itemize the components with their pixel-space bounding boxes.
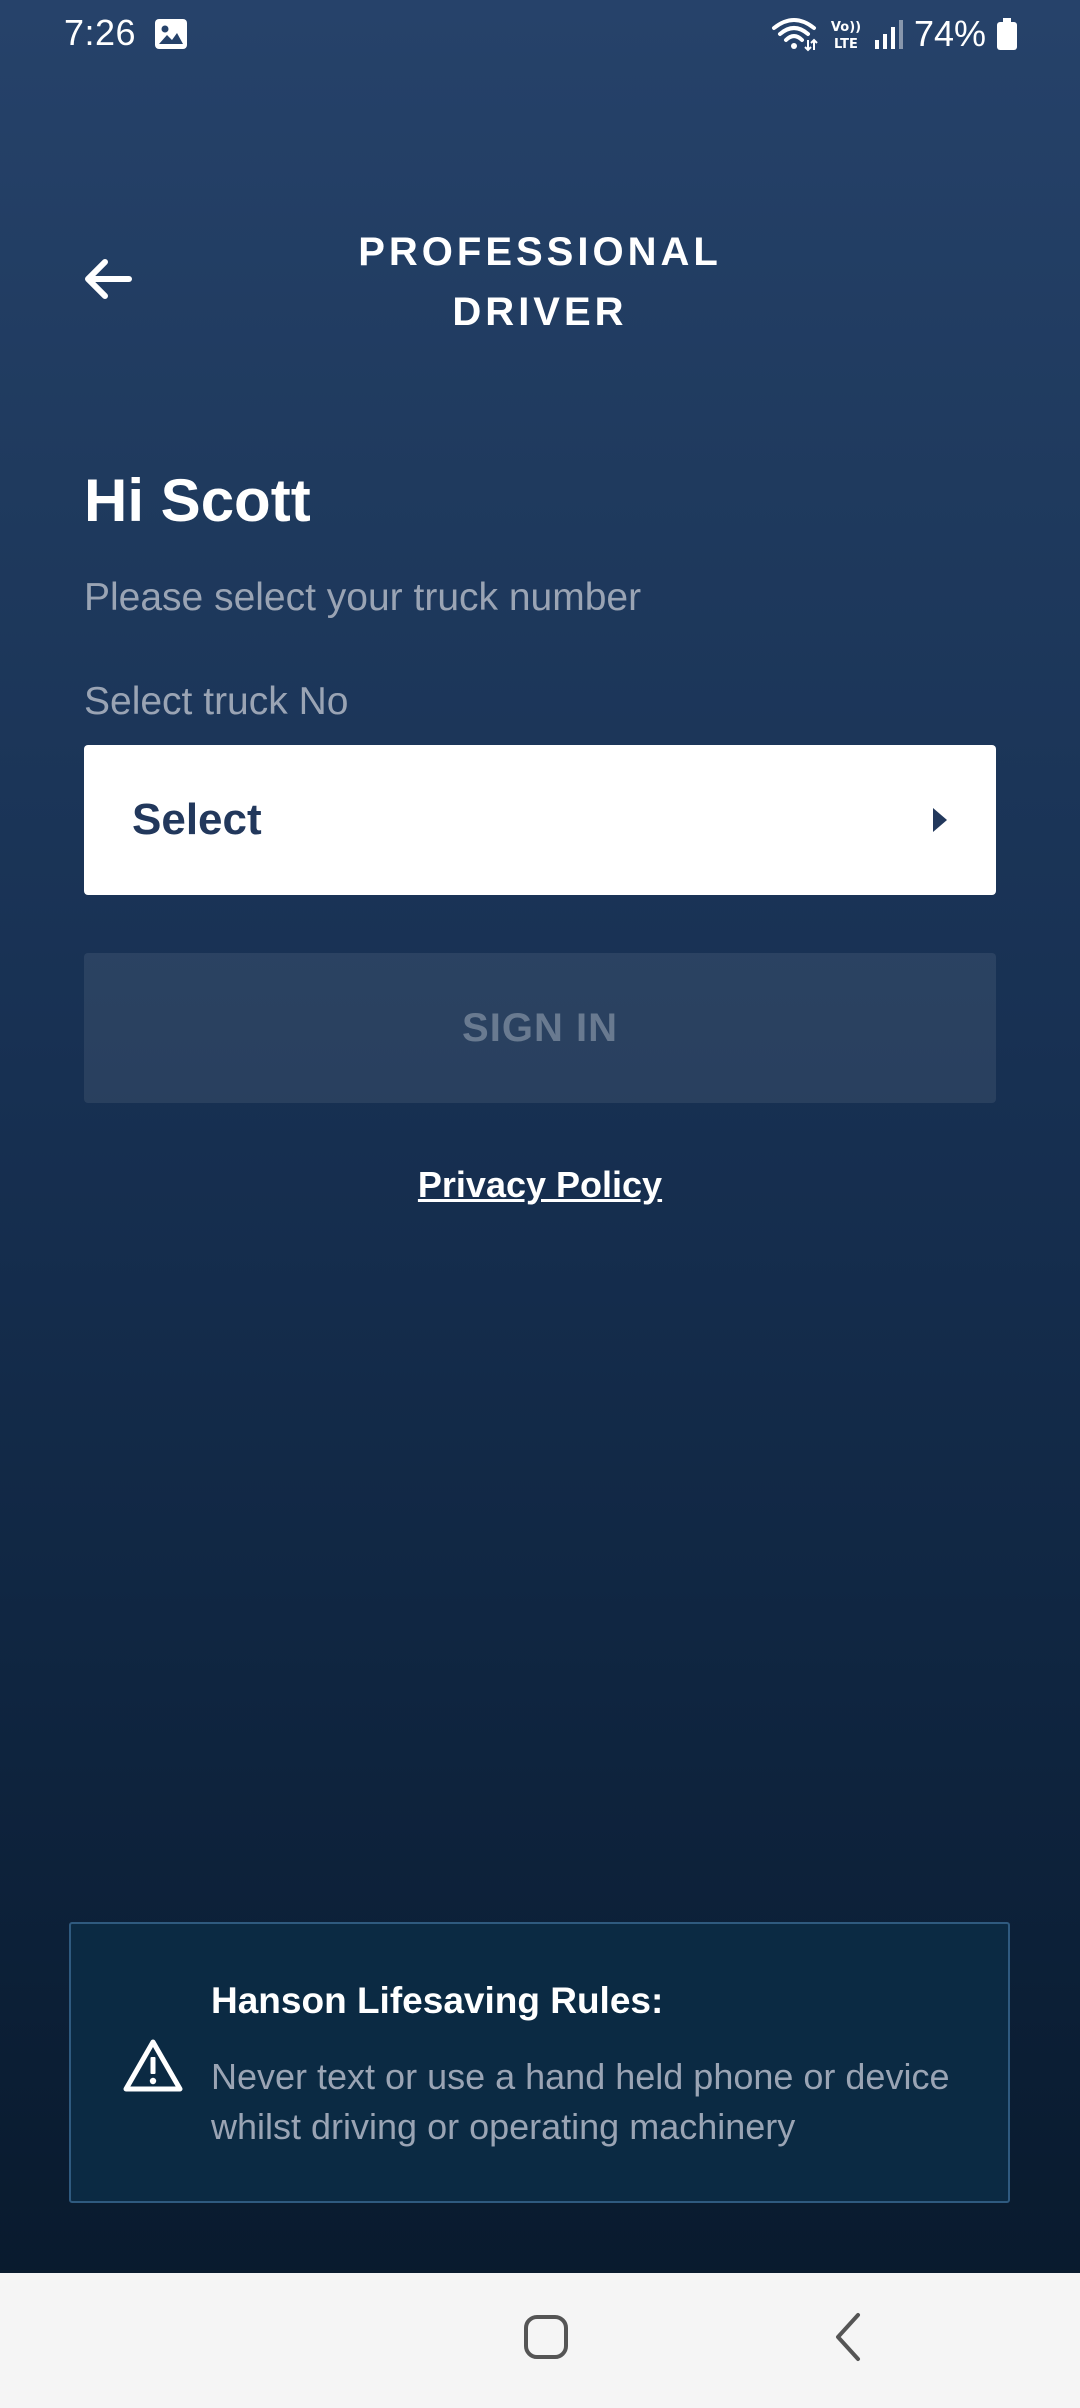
status-right: Vo)) LTE 74% [770,12,1018,56]
status-time: 7:26 [64,12,137,53]
chevron-right-icon [933,808,947,832]
greeting: Hi Scott [84,467,311,534]
rule-text: Never text or use a hand held phone or d… [211,2056,950,2147]
signal-icon [874,20,903,49]
wifi-icon [771,18,818,52]
privacy-policy-link[interactable]: Privacy Policy [0,1164,1080,1206]
app-title: PROFESSIONAL DRIVER [290,222,790,342]
home-icon[interactable] [522,2313,570,2361]
back-icon[interactable] [828,2311,868,2363]
svg-text:Vo)): Vo)) [831,20,861,35]
battery-percentage: 74% [913,13,986,54]
subtitle: Please select your truck number [84,576,642,619]
back-button[interactable] [78,252,138,306]
select-truck-label: Select truck No [84,680,349,723]
navigation-bar [0,2273,1080,2408]
svg-text:LTE: LTE [834,37,858,52]
warning-icon [123,2039,183,2092]
back-arrow-icon [85,259,132,299]
sign-in-button[interactable]: SIGN IN [84,953,996,1103]
rule-title: Hanson Lifesaving Rules: [211,1980,664,2021]
gallery-icon [155,19,187,49]
lifesaving-rule-card: Hanson Lifesaving Rules: Never text or u… [69,1922,1010,2203]
volte-icon: Vo)) LTE [831,20,861,52]
status-bar: 7:26 Vo)) LTE 74% [0,0,1080,68]
app-title-line2: DRIVER [452,290,628,334]
truck-select-value: Select [132,795,262,844]
battery-icon [997,18,1017,50]
truck-select[interactable]: Select [84,745,996,895]
app-title-line1: PROFESSIONAL [358,230,722,274]
